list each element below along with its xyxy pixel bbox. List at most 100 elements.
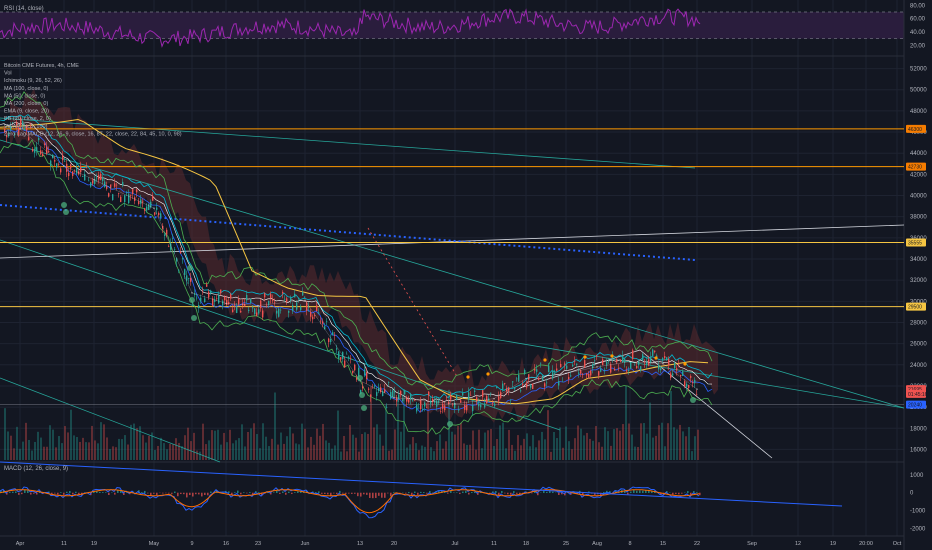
macd-histogram-bar (207, 492, 209, 496)
candle-body (336, 348, 338, 350)
macd-tick-label: 1000 (910, 473, 924, 479)
volume-bar (196, 450, 198, 460)
candle-body (386, 407, 388, 408)
signal-marker (683, 362, 687, 366)
candle-body (484, 403, 486, 408)
volume-bar (523, 438, 525, 460)
volume-bar (52, 429, 54, 460)
volume-bar (526, 433, 528, 460)
volume-bar (409, 444, 411, 460)
candle-body (362, 386, 364, 389)
volume-bar (508, 429, 510, 460)
volume-bar (193, 432, 195, 460)
volume-bar (637, 447, 639, 460)
macd-histogram-bar (348, 492, 350, 494)
volume-bar (559, 427, 561, 460)
candle-body (426, 406, 428, 408)
candle-body (672, 373, 674, 376)
macd-histogram-bar (345, 492, 347, 494)
candle-body (648, 359, 650, 366)
volume-bar (181, 446, 183, 460)
signal-marker (191, 315, 197, 321)
candle-body (288, 310, 290, 313)
volume-bar (553, 431, 555, 460)
price-point (304, 299, 306, 302)
volume-bar (43, 446, 45, 460)
volume-bar (400, 431, 402, 460)
volume-bar (661, 422, 663, 460)
time-tick-label: May (149, 541, 160, 547)
candle-body (48, 151, 50, 153)
macd-histogram-bar (246, 492, 248, 494)
volume-bar (634, 446, 636, 460)
candle-body (312, 316, 314, 320)
candle-body (546, 382, 548, 384)
candle-body (80, 166, 82, 173)
legend-item: Zero Lag MACD (12, 26, 9, close, 16, 87,… (4, 131, 182, 137)
price-point (493, 397, 495, 400)
time-tick-label: 8 (628, 541, 631, 547)
candle-body (102, 176, 104, 182)
candle-body (294, 293, 296, 298)
volume-bar (517, 435, 519, 460)
volume-bar (280, 432, 282, 460)
macd-histogram-bar (105, 492, 107, 494)
candle-body (156, 207, 158, 210)
price-tick-label: 42000 (910, 172, 927, 178)
legend-item: Vol (4, 71, 12, 77)
macd-histogram-bar (297, 491, 299, 494)
price-point (393, 396, 395, 399)
macd-histogram-bar (183, 492, 185, 495)
candle-body (474, 390, 476, 392)
candle-body (570, 375, 572, 377)
macd-histogram-bar (342, 492, 344, 494)
time-tick-label: 11 (491, 541, 497, 547)
candle-body (668, 359, 670, 366)
candle-body (580, 370, 582, 374)
volume-bar (70, 409, 72, 460)
macd-histogram-bar (66, 491, 68, 494)
time-tick-label: Aug (592, 541, 602, 547)
volume-bar (226, 442, 228, 460)
volume-bar (421, 445, 423, 460)
volume-bar (25, 422, 27, 460)
candle-body (32, 149, 34, 152)
volume-bar (343, 435, 345, 460)
candle-body (160, 213, 162, 217)
volume-bar (202, 423, 204, 460)
candle-body (530, 385, 532, 388)
candle-body (634, 364, 636, 366)
volume-bar (640, 423, 642, 460)
candle-body (440, 411, 442, 412)
price-tick-label: 32000 (910, 278, 927, 284)
price-tag-label: 46300 (908, 127, 922, 133)
volume-bar (322, 423, 324, 460)
volume-bar (436, 441, 438, 460)
volume-bar (385, 405, 387, 460)
candle-body (650, 356, 652, 363)
signal-marker (543, 358, 547, 362)
volume-bar (115, 447, 117, 460)
volume-bar (556, 438, 558, 460)
volume-bar (538, 440, 540, 460)
candle-body (528, 374, 530, 380)
legend-item: VWAP (hlc3, 100) (4, 124, 48, 130)
macd-histogram-bar (291, 492, 293, 494)
volume-bar (247, 431, 249, 460)
volume-bar (340, 451, 342, 460)
chart-canvas[interactable]: RSI (14, close) Bitcoin CME Futures, 4h,… (0, 0, 932, 550)
candle-body (114, 183, 116, 187)
candle-body (76, 167, 78, 174)
price-tick-label: 40000 (910, 194, 927, 200)
candle-body (252, 307, 254, 309)
macd-histogram-bar (282, 491, 284, 494)
volume-bar (487, 430, 489, 460)
rsi-tick-label: 40.00 (910, 30, 926, 36)
candle-body (350, 358, 352, 359)
macd-label: MACD (12, 26, close, 9) (4, 466, 68, 472)
candle-body (188, 278, 190, 279)
volume-bar (67, 432, 69, 460)
candle-body (392, 390, 394, 397)
candle-body (664, 356, 666, 359)
macd-histogram-bar (21, 492, 23, 495)
